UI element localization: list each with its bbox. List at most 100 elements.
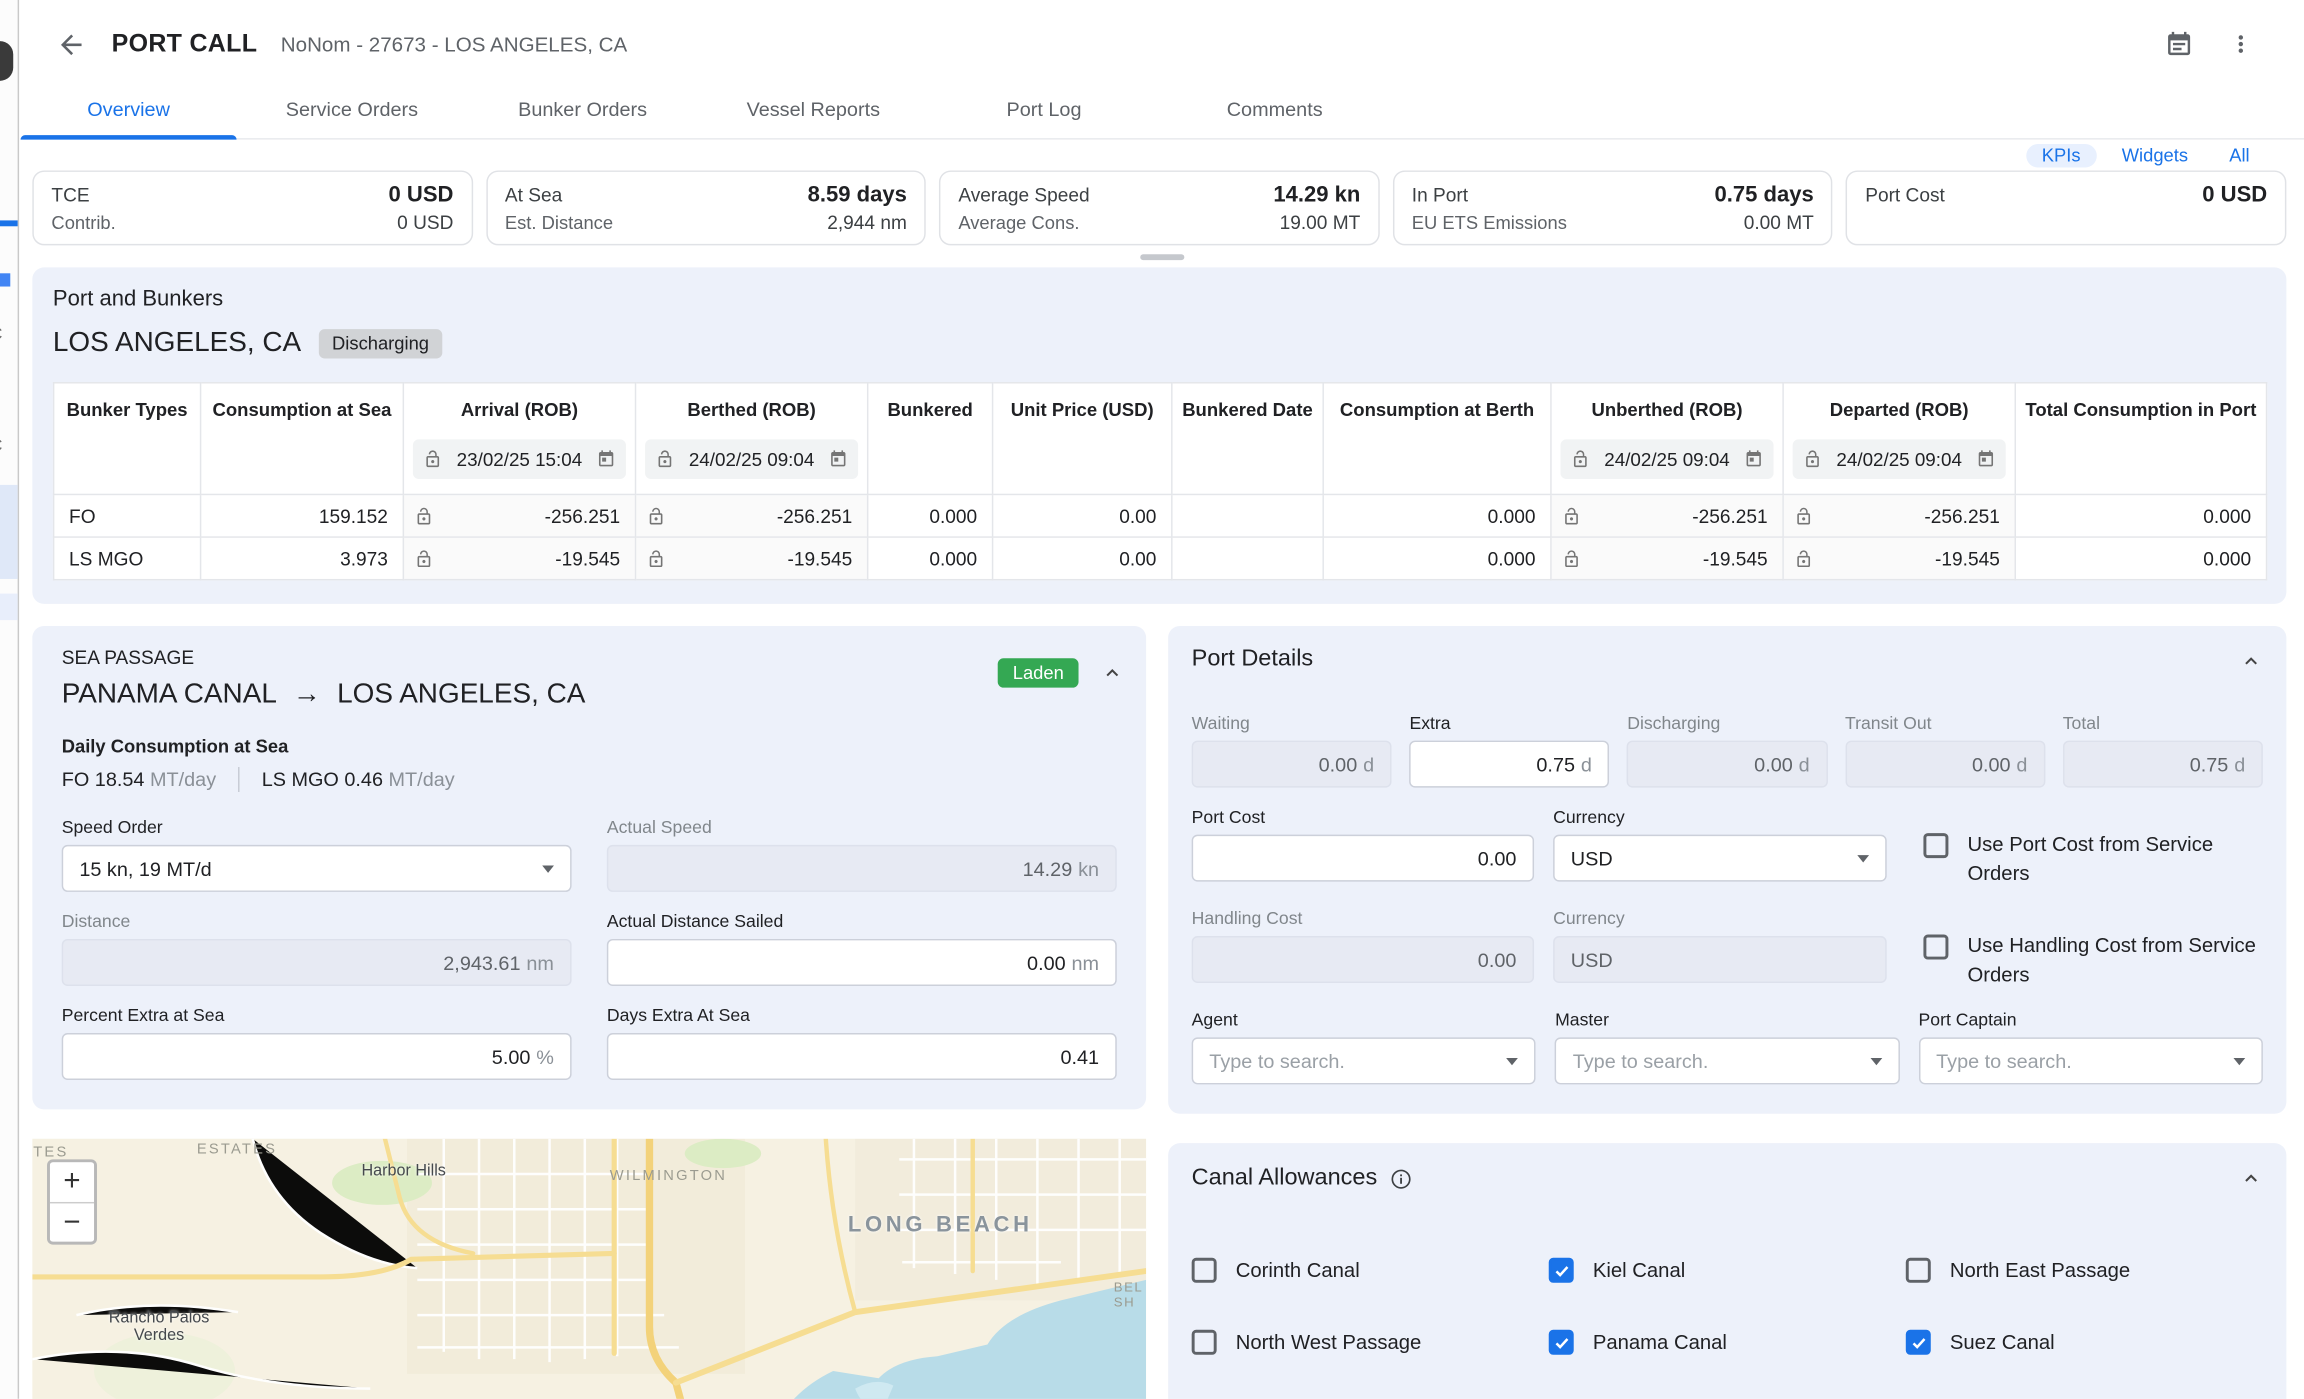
more-options-button[interactable] bbox=[2222, 25, 2260, 63]
unberthed-date-value: 24/02/25 09:04 bbox=[1596, 448, 1739, 470]
kpi-resize-handle[interactable] bbox=[1140, 254, 1184, 260]
kpi-subvalue: 0.00 MT bbox=[1744, 212, 1814, 234]
actual-distance-sailed-label: Actual Distance Sailed bbox=[607, 911, 1117, 932]
top-bar: PORT CALL NoNom - 27673 - LOS ANGELES, C… bbox=[21, 0, 2304, 88]
tab-bunker-orders[interactable]: Bunker Orders bbox=[467, 88, 698, 138]
view-all-link[interactable]: All bbox=[2213, 144, 2266, 168]
info-icon[interactable] bbox=[1390, 1167, 1412, 1189]
use-handling-cost-option[interactable]: Use Handling Cost from Service Orders bbox=[1906, 908, 2263, 990]
arrival-rob-cell[interactable]: -19.545 bbox=[403, 537, 635, 580]
background-window-sliver: C / C ( bbox=[0, 0, 19, 1399]
use-handling-cost-checkbox[interactable] bbox=[1923, 935, 1948, 960]
kpi-value: 14.29 kn bbox=[1273, 182, 1360, 207]
tab-service-orders[interactable]: Service Orders bbox=[237, 88, 468, 138]
corinth-canal-checkbox[interactable] bbox=[1192, 1258, 1217, 1283]
collapse-chevron-icon[interactable] bbox=[2239, 1167, 2263, 1191]
arrival-date-value: 23/02/25 15:04 bbox=[448, 448, 591, 470]
master-search-select[interactable]: Type to search. bbox=[1555, 1037, 1899, 1084]
berthed-rob-cell[interactable]: -19.545 bbox=[636, 537, 868, 580]
col-header-bunkered: Bunkered bbox=[868, 384, 991, 427]
speed-order-select[interactable]: 15 kn, 19 MT/d bbox=[62, 845, 572, 892]
canal-option-kiel[interactable]: Kiel Canal bbox=[1549, 1258, 1906, 1283]
calendar-icon[interactable] bbox=[597, 450, 616, 469]
bunkers-table: Bunker Types Consumption at Sea Arrival … bbox=[53, 382, 2267, 580]
app-window: PORT CALL NoNom - 27673 - LOS ANGELES, C… bbox=[21, 0, 2304, 1399]
view-kpis-link[interactable]: KPIs bbox=[2026, 144, 2097, 168]
arrival-rob-cell[interactable]: -256.251 bbox=[403, 494, 635, 537]
calendar-button[interactable] bbox=[2160, 25, 2198, 63]
departed-date-input[interactable]: 24/02/25 09:04 bbox=[1793, 439, 2006, 479]
background-accent-bar bbox=[0, 220, 19, 226]
map-zoom-in-button[interactable]: + bbox=[50, 1162, 94, 1202]
dropdown-caret-icon bbox=[542, 865, 554, 872]
unit-price-value[interactable]: 0.00 bbox=[993, 537, 1172, 580]
total-input: 0.75d bbox=[2063, 741, 2263, 788]
unberthed-rob-cell[interactable]: -256.251 bbox=[1551, 494, 1783, 537]
collapse-chevron-icon[interactable] bbox=[2239, 649, 2263, 673]
unit-price-value[interactable]: 0.00 bbox=[993, 494, 1172, 537]
calendar-icon[interactable] bbox=[1744, 450, 1763, 469]
departed-rob-cell[interactable]: -19.545 bbox=[1783, 537, 2015, 580]
currency-select[interactable]: USD bbox=[1553, 835, 1887, 882]
route-map[interactable]: ESTATES ESTATES Harbor Hills WILMINGTON … bbox=[32, 1139, 1146, 1399]
lock-open-icon bbox=[655, 450, 674, 469]
kpi-label: Average Speed bbox=[958, 184, 1089, 206]
north-west-passage-checkbox[interactable] bbox=[1192, 1330, 1217, 1355]
suez-canal-checkbox[interactable] bbox=[1906, 1330, 1931, 1355]
tab-overview[interactable]: Overview bbox=[21, 88, 237, 138]
bunker-row-lsmgo: LS MGO 3.973 -19.545 -19.545 0.000 0.00 … bbox=[54, 537, 2267, 580]
unberthed-rob-cell[interactable]: -19.545 bbox=[1551, 537, 1783, 580]
departed-date-value: 24/02/25 09:04 bbox=[1828, 448, 1971, 470]
extra-input[interactable]: 0.75d bbox=[1409, 741, 1609, 788]
bunkered-date-cell[interactable] bbox=[1172, 537, 1323, 580]
port-details-title: Port Details bbox=[1192, 647, 2263, 673]
canal-option-north-east[interactable]: North East Passage bbox=[1906, 1258, 2263, 1283]
fuel-type: FO bbox=[54, 494, 201, 537]
agent-search-select[interactable]: Type to search. bbox=[1192, 1037, 1536, 1084]
actual-distance-sailed-input[interactable]: 0.00 nm bbox=[607, 939, 1117, 986]
panama-canal-checkbox[interactable] bbox=[1549, 1330, 1574, 1355]
tab-comments[interactable]: Comments bbox=[1159, 88, 1390, 138]
berthed-rob-cell[interactable]: -256.251 bbox=[636, 494, 868, 537]
view-widgets-link[interactable]: Widgets bbox=[2106, 144, 2205, 168]
kpi-label: Port Cost bbox=[1865, 184, 1945, 206]
collapse-chevron-icon[interactable] bbox=[1101, 661, 1125, 685]
bunkered-value[interactable]: 0.000 bbox=[868, 494, 993, 537]
percent-extra-input[interactable]: 5.00 % bbox=[62, 1033, 572, 1080]
canal-option-suez[interactable]: Suez Canal bbox=[1906, 1330, 2263, 1355]
bunkered-date-cell[interactable] bbox=[1172, 494, 1323, 537]
handling-cost-label: Handling Cost bbox=[1192, 908, 1534, 929]
map-zoom-out-button[interactable]: − bbox=[50, 1202, 94, 1242]
consumption-at-berth-value: 0.000 bbox=[1323, 494, 1551, 537]
calendar-icon[interactable] bbox=[829, 450, 848, 469]
background-highlight-block bbox=[0, 485, 19, 579]
unberthed-date-input[interactable]: 24/02/25 09:04 bbox=[1560, 439, 1773, 479]
canal-option-panama[interactable]: Panama Canal bbox=[1549, 1330, 1906, 1355]
use-port-cost-option[interactable]: Use Port Cost from Service Orders bbox=[1906, 807, 2263, 889]
tab-vessel-reports[interactable]: Vessel Reports bbox=[698, 88, 929, 138]
north-east-passage-checkbox[interactable] bbox=[1906, 1258, 1931, 1283]
use-port-cost-checkbox[interactable] bbox=[1923, 833, 1948, 858]
departed-rob-cell[interactable]: -256.251 bbox=[1783, 494, 2015, 537]
days-extra-input[interactable]: 0.41 bbox=[607, 1033, 1117, 1080]
port-cost-input[interactable]: 0.00 bbox=[1192, 835, 1534, 882]
port-details-panel: Port Details Waiting 0.00d Extra 0.75d bbox=[1168, 626, 2286, 1114]
dropdown-caret-icon bbox=[2233, 1057, 2245, 1064]
bunkered-value[interactable]: 0.000 bbox=[868, 537, 993, 580]
berthed-date-input[interactable]: 24/02/25 09:04 bbox=[645, 439, 858, 479]
col-header-total-consumption: Total Consumption in Port bbox=[2016, 384, 2266, 427]
kiel-canal-checkbox[interactable] bbox=[1549, 1258, 1574, 1283]
back-button[interactable] bbox=[53, 26, 88, 61]
calendar-icon[interactable] bbox=[1976, 450, 1995, 469]
sea-passage-label: SEA PASSAGE bbox=[62, 647, 1117, 669]
canal-option-north-west[interactable]: North West Passage bbox=[1192, 1330, 1549, 1355]
tab-port-log[interactable]: Port Log bbox=[929, 88, 1160, 138]
arrival-date-input[interactable]: 23/02/25 15:04 bbox=[413, 439, 626, 479]
currency-label: Currency bbox=[1553, 807, 1887, 828]
lock-open-icon bbox=[414, 506, 433, 525]
background-window-button bbox=[0, 41, 13, 81]
canal-allowances-title: Canal Allowances bbox=[1192, 1165, 1378, 1191]
port-captain-search-select[interactable]: Type to search. bbox=[1919, 1037, 2263, 1084]
canal-option-corinth[interactable]: Corinth Canal bbox=[1192, 1258, 1549, 1283]
dropdown-caret-icon bbox=[1870, 1057, 1882, 1064]
